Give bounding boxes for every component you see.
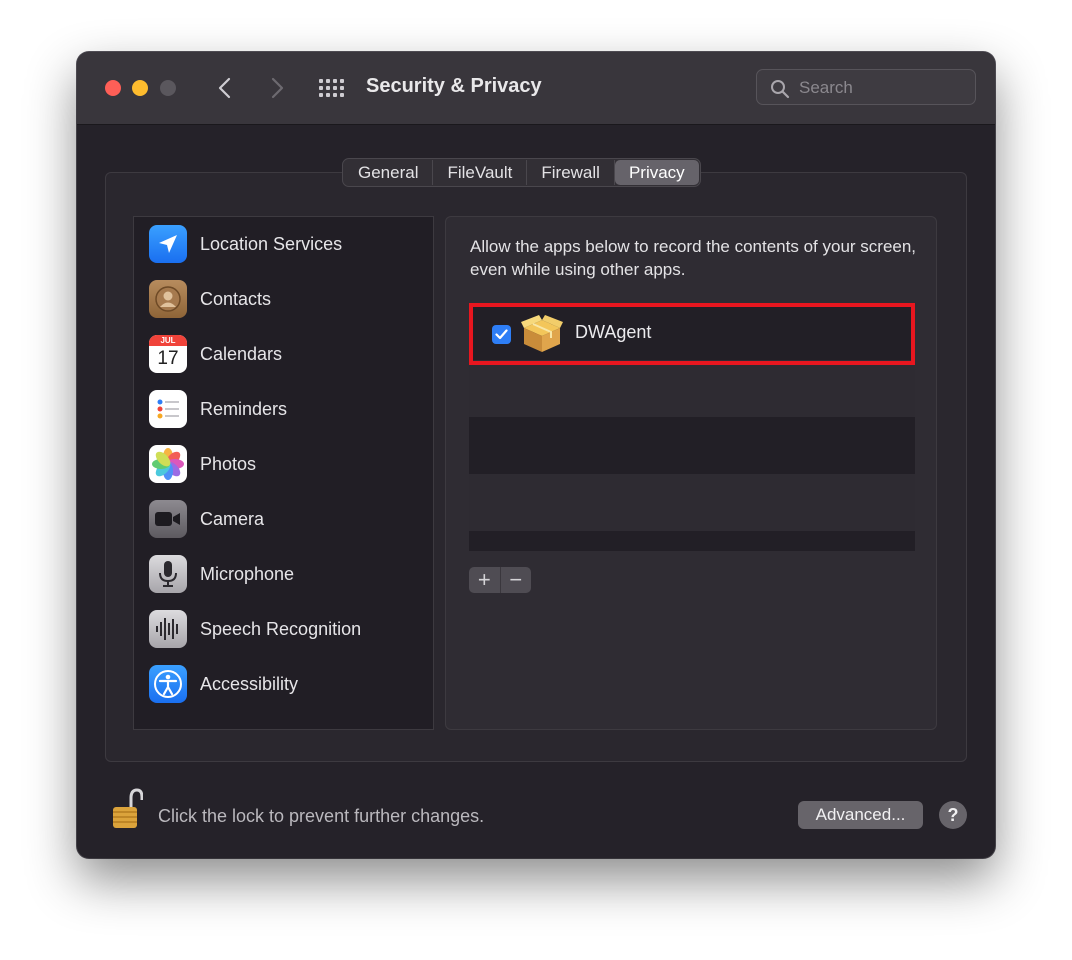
sidebar-item-label: Camera (200, 508, 265, 529)
app-list[interactable]: DWAgent (469, 303, 915, 551)
list-item-empty (469, 474, 915, 531)
tab-filevault[interactable]: FileVault (433, 160, 528, 185)
sidebar-item-speech-recognition[interactable]: Speech Recognition (149, 609, 361, 649)
window-title: Security & Privacy (366, 75, 542, 97)
location-arrow-icon (149, 225, 187, 263)
sidebar-item-label: Speech Recognition (200, 618, 362, 639)
tab-general[interactable]: General (344, 160, 434, 185)
tab-bar: General FileVault Firewall Privacy (342, 158, 701, 187)
sidebar-item-label: Location Services (200, 233, 343, 254)
camera-icon (149, 500, 187, 538)
remove-app-button[interactable]: − (501, 567, 532, 593)
help-button[interactable]: ? (939, 801, 967, 829)
add-app-button[interactable]: + (469, 567, 501, 593)
advanced-button[interactable]: Advanced... (798, 801, 923, 829)
sidebar-item-label: Accessibility (200, 673, 299, 694)
calendar-month: JUL (149, 335, 187, 346)
accessibility-icon (149, 665, 187, 703)
panel-description: Allow the apps below to record the conte… (470, 237, 917, 279)
sidebar-item-camera[interactable]: Camera (149, 499, 264, 539)
screen-recording-panel: Allow the apps below to record the conte… (445, 216, 937, 730)
contacts-icon (149, 280, 187, 318)
chevron-right-icon (271, 77, 284, 99)
calendar-day: 17 (157, 348, 179, 369)
title-bar: Security & Privacy (77, 52, 995, 125)
add-remove-control: + − (469, 567, 531, 593)
sidebar-item-location-services[interactable]: Location Services (149, 224, 342, 264)
search-icon (771, 80, 790, 99)
privacy-category-list: Location Services Contacts JUL 17 Calend… (133, 216, 434, 730)
sidebar-item-photos[interactable]: Photos (149, 444, 256, 484)
search-input[interactable] (797, 76, 971, 100)
sidebar-item-label: Contacts (200, 288, 272, 309)
system-preferences-window: Security & Privacy General FileVault Fir… (77, 52, 995, 858)
sidebar-item-accessibility[interactable]: Accessibility (149, 664, 298, 704)
microphone-icon (149, 555, 187, 593)
sidebar-item-reminders[interactable]: Reminders (149, 389, 287, 429)
photos-icon (149, 445, 187, 483)
sidebar-item-microphone[interactable]: Microphone (149, 554, 294, 594)
search-field[interactable] (756, 69, 976, 105)
tab-privacy[interactable]: Privacy (614, 160, 699, 185)
sidebar-item-calendars[interactable]: JUL 17 Calendars (149, 334, 282, 374)
lock-icon[interactable] (111, 786, 143, 832)
list-item-empty (469, 360, 915, 417)
back-button[interactable] (210, 72, 240, 104)
grid-icon (319, 79, 344, 97)
minimize-window-button[interactable] (132, 80, 148, 96)
close-window-button[interactable] (105, 80, 121, 96)
sidebar-item-contacts[interactable]: Contacts (149, 279, 271, 319)
lock-status-text: Click the lock to prevent further change… (158, 806, 485, 826)
speech-waveform-icon (149, 610, 187, 648)
chevron-left-icon (218, 77, 231, 99)
forward-button[interactable] (262, 72, 292, 104)
highlight-box (469, 303, 915, 365)
sidebar-item-label: Reminders (200, 398, 288, 419)
sidebar-item-label: Calendars (200, 343, 283, 364)
list-item-empty (469, 417, 915, 474)
sidebar-item-label: Photos (200, 453, 257, 474)
zoom-window-button[interactable] (160, 80, 176, 96)
calendar-icon: JUL 17 (149, 335, 187, 373)
show-all-button[interactable] (318, 78, 346, 98)
tab-firewall[interactable]: Firewall (527, 160, 615, 185)
reminders-icon (149, 390, 187, 428)
list-item-empty (469, 531, 915, 551)
sidebar-item-label: Microphone (200, 563, 295, 584)
